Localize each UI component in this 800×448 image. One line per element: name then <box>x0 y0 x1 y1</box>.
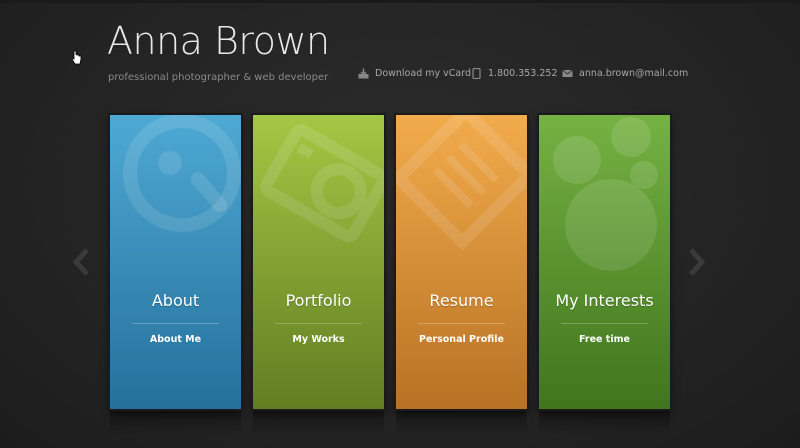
tile-subtitle: My Works <box>292 334 345 345</box>
vcard-label: Download my vCard <box>375 68 471 79</box>
divider <box>275 323 362 324</box>
camera-icon <box>260 124 384 243</box>
hand-cursor-icon <box>71 50 82 65</box>
phone-icon <box>472 68 481 79</box>
bubbles-icon <box>553 117 658 271</box>
phone-info: 1.800.353.252 <box>471 68 558 79</box>
document-icon <box>396 115 527 251</box>
magnifier-icon <box>123 115 241 232</box>
tile-reflection <box>539 411 670 435</box>
tile-portfolio[interactable]: Portfolio My Works <box>253 115 384 409</box>
chevron-left-icon[interactable] <box>73 248 89 276</box>
tile-subtitle: Personal Profile <box>419 334 504 345</box>
tile-resume[interactable]: Resume Personal Profile <box>396 115 527 409</box>
tile-reflection <box>253 411 384 435</box>
divider <box>418 323 505 324</box>
tile-reflection <box>396 411 527 435</box>
mail-icon <box>562 69 573 77</box>
tile-my-interests[interactable]: My Interests Free time <box>539 115 670 409</box>
vcard-link[interactable]: Download my vCard <box>358 68 471 79</box>
tile-title: About <box>151 291 200 310</box>
tile-reflection <box>110 411 241 435</box>
tile-subtitle: Free time <box>579 334 630 345</box>
top-strip <box>0 0 800 3</box>
tile-title: Portfolio <box>285 291 352 310</box>
divider <box>132 323 219 324</box>
tile-about[interactable]: About About Me <box>110 115 241 409</box>
divider <box>561 323 648 324</box>
phone-label: 1.800.353.252 <box>488 68 558 79</box>
tile-title: My Interests <box>555 291 654 310</box>
email-label: anna.brown@mail.com <box>579 68 689 79</box>
download-icon <box>358 68 369 79</box>
email-link[interactable]: anna.brown@mail.com <box>562 68 688 79</box>
chevron-right-icon[interactable] <box>689 248 705 276</box>
page-title: Anna Brown <box>107 19 330 63</box>
tile-subtitle: About Me <box>149 334 202 345</box>
page-tagline: professional photographer & web develope… <box>108 72 329 83</box>
tile-title: Resume <box>429 291 494 310</box>
